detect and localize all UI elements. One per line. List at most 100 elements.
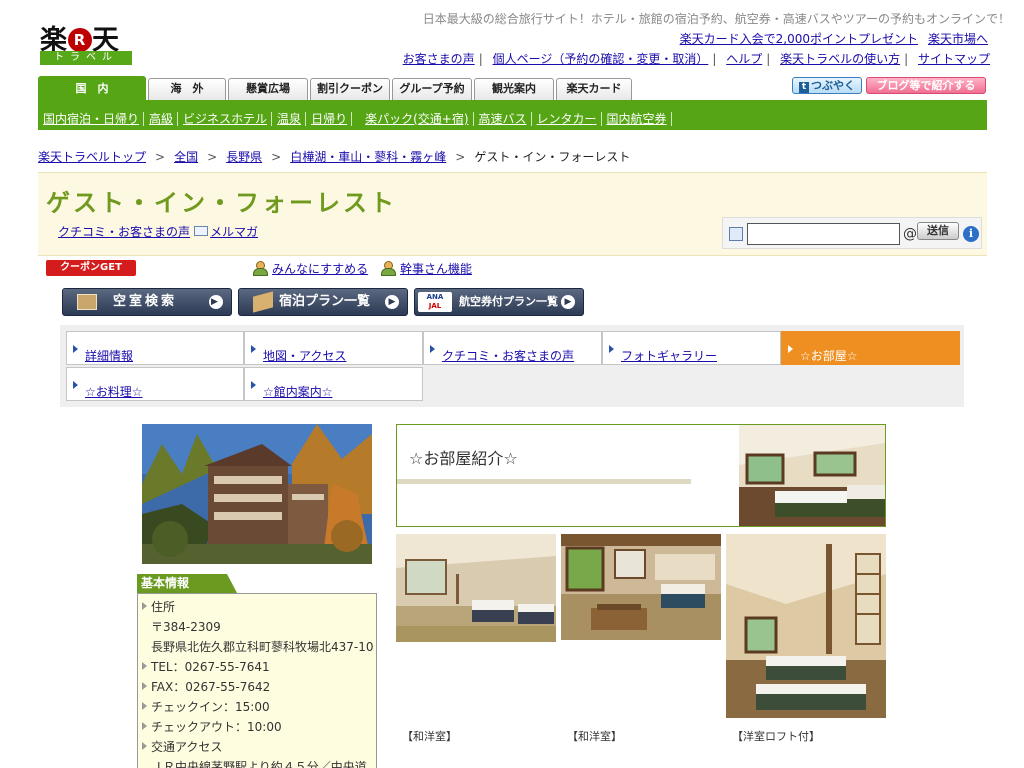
breadcrumb-nationwide[interactable]: 全国 xyxy=(174,150,198,164)
chevron-right-icon: ▶ xyxy=(385,295,399,309)
breadcrumb-top[interactable]: 楽天トラベルトップ xyxy=(38,150,146,164)
tab-rakuten-card[interactable]: 楽天カード xyxy=(556,78,632,100)
subnav-luxury[interactable]: 高級 xyxy=(144,112,179,126)
email-field[interactable] xyxy=(747,223,900,245)
card-promo-link[interactable]: 楽天カード入会で2,000ポイントプレゼント xyxy=(680,32,918,46)
room-feature-photo xyxy=(739,425,885,526)
nav-photo-gallery[interactable]: フォトギャラリー xyxy=(602,331,781,365)
promo-links: 楽天カード入会で2,000ポイントプレゼント 楽天市場へ xyxy=(670,30,988,47)
tab-domestic[interactable]: 国 内 xyxy=(38,76,146,100)
tab-overseas[interactable]: 海 外 xyxy=(148,78,226,100)
people-icon xyxy=(252,261,268,276)
logo-wordmark: 楽R天 xyxy=(40,25,120,56)
nav-cuisine[interactable]: ☆お料理☆ xyxy=(66,367,244,401)
separator: | xyxy=(712,52,717,66)
flight-plan-button[interactable]: ANA JAL 航空券付プラン一覧 ▶ xyxy=(414,288,584,316)
chevron-right-icon: ▶ xyxy=(209,295,223,309)
how-to-use-link[interactable]: 楽天トラベルの使い方 xyxy=(780,52,900,66)
room-photo-japanese-western-1 xyxy=(396,534,556,642)
vacancy-search-button[interactable]: 空室検索 ▶ xyxy=(62,288,232,316)
mailmag-link[interactable]: メルマガ xyxy=(210,225,258,239)
checkout: チェックアウト：10:00 xyxy=(142,717,376,737)
room-caption-2: 【和洋室】 xyxy=(567,730,622,743)
site-tagline: 日本最大級の総合旅行サイト！ホテル・旅館の宿泊予約、航空券・高速バスやツアーの予… xyxy=(422,12,1010,26)
subnav-highway-bus[interactable]: 高速バス xyxy=(474,112,532,126)
basic-info-heading: 基本情報 xyxy=(137,574,377,593)
separator: | xyxy=(478,52,483,66)
organizer-icon xyxy=(380,261,396,276)
recommend-links: みんなにすすめる 幹事さん機能 xyxy=(252,260,472,277)
room-caption-3: 【洋室ロフト付】 xyxy=(732,730,820,743)
main-tabs: 国 内 海 外 懸賞広場 割引クーポン グループ予約 観光案内 楽天カード xyxy=(38,76,632,100)
separator: | xyxy=(766,52,771,66)
subnav-package[interactable]: 楽パック(交通+宿) xyxy=(360,112,474,126)
nav-facility-guide[interactable]: ☆館内案内☆ xyxy=(244,367,423,401)
tab-coupons[interactable]: 割引クーポン xyxy=(310,78,390,100)
rakuten-travel-logo[interactable]: 楽R天 トラベル xyxy=(40,18,132,66)
room-caption-1: 【和洋室】 xyxy=(402,730,457,743)
fax: FAX：0267-55-7642 xyxy=(142,677,376,697)
rooms-title: ☆お部屋紹介☆ xyxy=(409,449,518,468)
breadcrumb-area[interactable]: 白樺湖・車山・蓼科・霧ヶ峰 xyxy=(290,150,446,164)
logo-subtitle: トラベル xyxy=(40,51,132,65)
at-sign: @ xyxy=(903,226,917,242)
separator: | xyxy=(904,52,909,66)
customer-voice-link[interactable]: お客さまの声 xyxy=(403,52,475,66)
info-icon[interactable]: i xyxy=(963,226,979,242)
checkin: チェックイン：15:00 xyxy=(142,697,376,717)
sitemap-link[interactable]: サイトマップ xyxy=(918,52,990,66)
plan-list-button[interactable]: 宿泊プラン一覧 ▶ xyxy=(238,288,408,316)
blog-share-button[interactable]: ブログ等で紹介する xyxy=(866,77,986,94)
subnav-daytrip[interactable]: 日帰り xyxy=(306,112,353,126)
breadcrumb-nagano[interactable]: 長野県 xyxy=(226,150,262,164)
divider xyxy=(397,479,691,484)
tab-sightseeing[interactable]: 観光案内 xyxy=(474,78,554,100)
postal-code: 〒384-2309 xyxy=(151,620,221,634)
nav-details[interactable]: 詳細情報 xyxy=(66,331,244,365)
address: 長野県北佐久郡立科町蓼科牧場北437-10 xyxy=(151,640,374,654)
bed-icon xyxy=(253,291,273,313)
my-page-link[interactable]: 個人ページ（予約の確認・変更・取消） xyxy=(493,52,709,66)
ichiba-link[interactable]: 楽天市場へ xyxy=(928,32,988,46)
hotel-title: ゲスト・イン・フォーレスト xyxy=(46,189,397,217)
help-link[interactable]: ヘルプ xyxy=(726,52,762,66)
tab-group-booking[interactable]: グループ予約 xyxy=(392,78,472,100)
ana-jal-logo: ANA JAL xyxy=(418,292,452,312)
breadcrumb: 楽天トラベルトップ > 全国 > 長野県 > 白樺湖・車山・蓼科・霧ヶ峰 > ゲスト・イン・フォ… xyxy=(38,150,631,164)
mail-signup: @ 送信 i xyxy=(722,217,982,249)
reviews-link[interactable]: クチコミ・お客さまの声 xyxy=(58,225,190,239)
address-label: 住所 xyxy=(142,597,376,617)
subnav-business-hotel[interactable]: ビジネスホテル xyxy=(178,112,273,126)
subnav-onsen[interactable]: 温泉 xyxy=(272,112,307,126)
subnav-domestic-stay[interactable]: 国内宿泊・日帰り xyxy=(38,112,145,126)
room-feature: ☆お部屋紹介☆ xyxy=(396,424,886,527)
tweet-button[interactable]: t つぶやく xyxy=(792,77,862,94)
room-photo-western-loft xyxy=(726,534,886,718)
twitter-icon: t xyxy=(799,82,809,93)
nav-map-access[interactable]: 地図・アクセス xyxy=(244,331,423,365)
breadcrumb-current: ゲスト・イン・フォーレスト xyxy=(474,150,631,164)
access-text: ＪＲ中央線茅野駅より約４５分／中央道 xyxy=(151,760,367,768)
chevron-right-icon: ▶ xyxy=(561,295,575,309)
tel: TEL：0267-55-7641 xyxy=(142,657,376,677)
nav-reviews[interactable]: クチコミ・お客さまの声 xyxy=(423,331,602,365)
subnav-rental-car[interactable]: レンタカー xyxy=(532,112,602,126)
organizer-link[interactable]: 幹事さん機能 xyxy=(400,262,472,276)
mail-icon xyxy=(194,226,209,236)
hotel-nav: 詳細情報 地図・アクセス クチコミ・お客さまの声 フォトギャラリー ☆お部屋☆ … xyxy=(60,325,964,407)
building-icon xyxy=(77,294,97,310)
room-photo-japanese-western-2 xyxy=(561,534,721,640)
tab-sweepstakes[interactable]: 懸賞広場 xyxy=(228,78,308,100)
hotel-header: ゲスト・イン・フォーレスト クチコミ・お客さまの声 メルマガ @ 送信 i xyxy=(38,172,987,256)
basic-info-box: 住所 〒384-2309 長野県北佐久郡立科町蓼科牧場北437-10 TEL：0… xyxy=(137,593,377,768)
logo-r-mark: R xyxy=(68,28,92,52)
hotel-exterior-photo xyxy=(142,424,372,564)
hotel-sublinks: クチコミ・お客さまの声 メルマガ xyxy=(58,223,258,240)
access-label: 交通アクセス xyxy=(142,737,376,757)
nav-rooms[interactable]: ☆お部屋☆ xyxy=(781,331,960,365)
coupon-get-button[interactable]: クーポンGET xyxy=(46,260,136,276)
subnav-domestic-flights[interactable]: 国内航空券 xyxy=(602,112,672,126)
recommend-link[interactable]: みんなにすすめる xyxy=(272,262,368,276)
domestic-subnav: 国内宿泊・日帰り 高級 ビジネスホテル 温泉 日帰り 楽パック(交通+宿) 高速… xyxy=(38,100,987,130)
send-button[interactable]: 送信 xyxy=(917,222,959,240)
